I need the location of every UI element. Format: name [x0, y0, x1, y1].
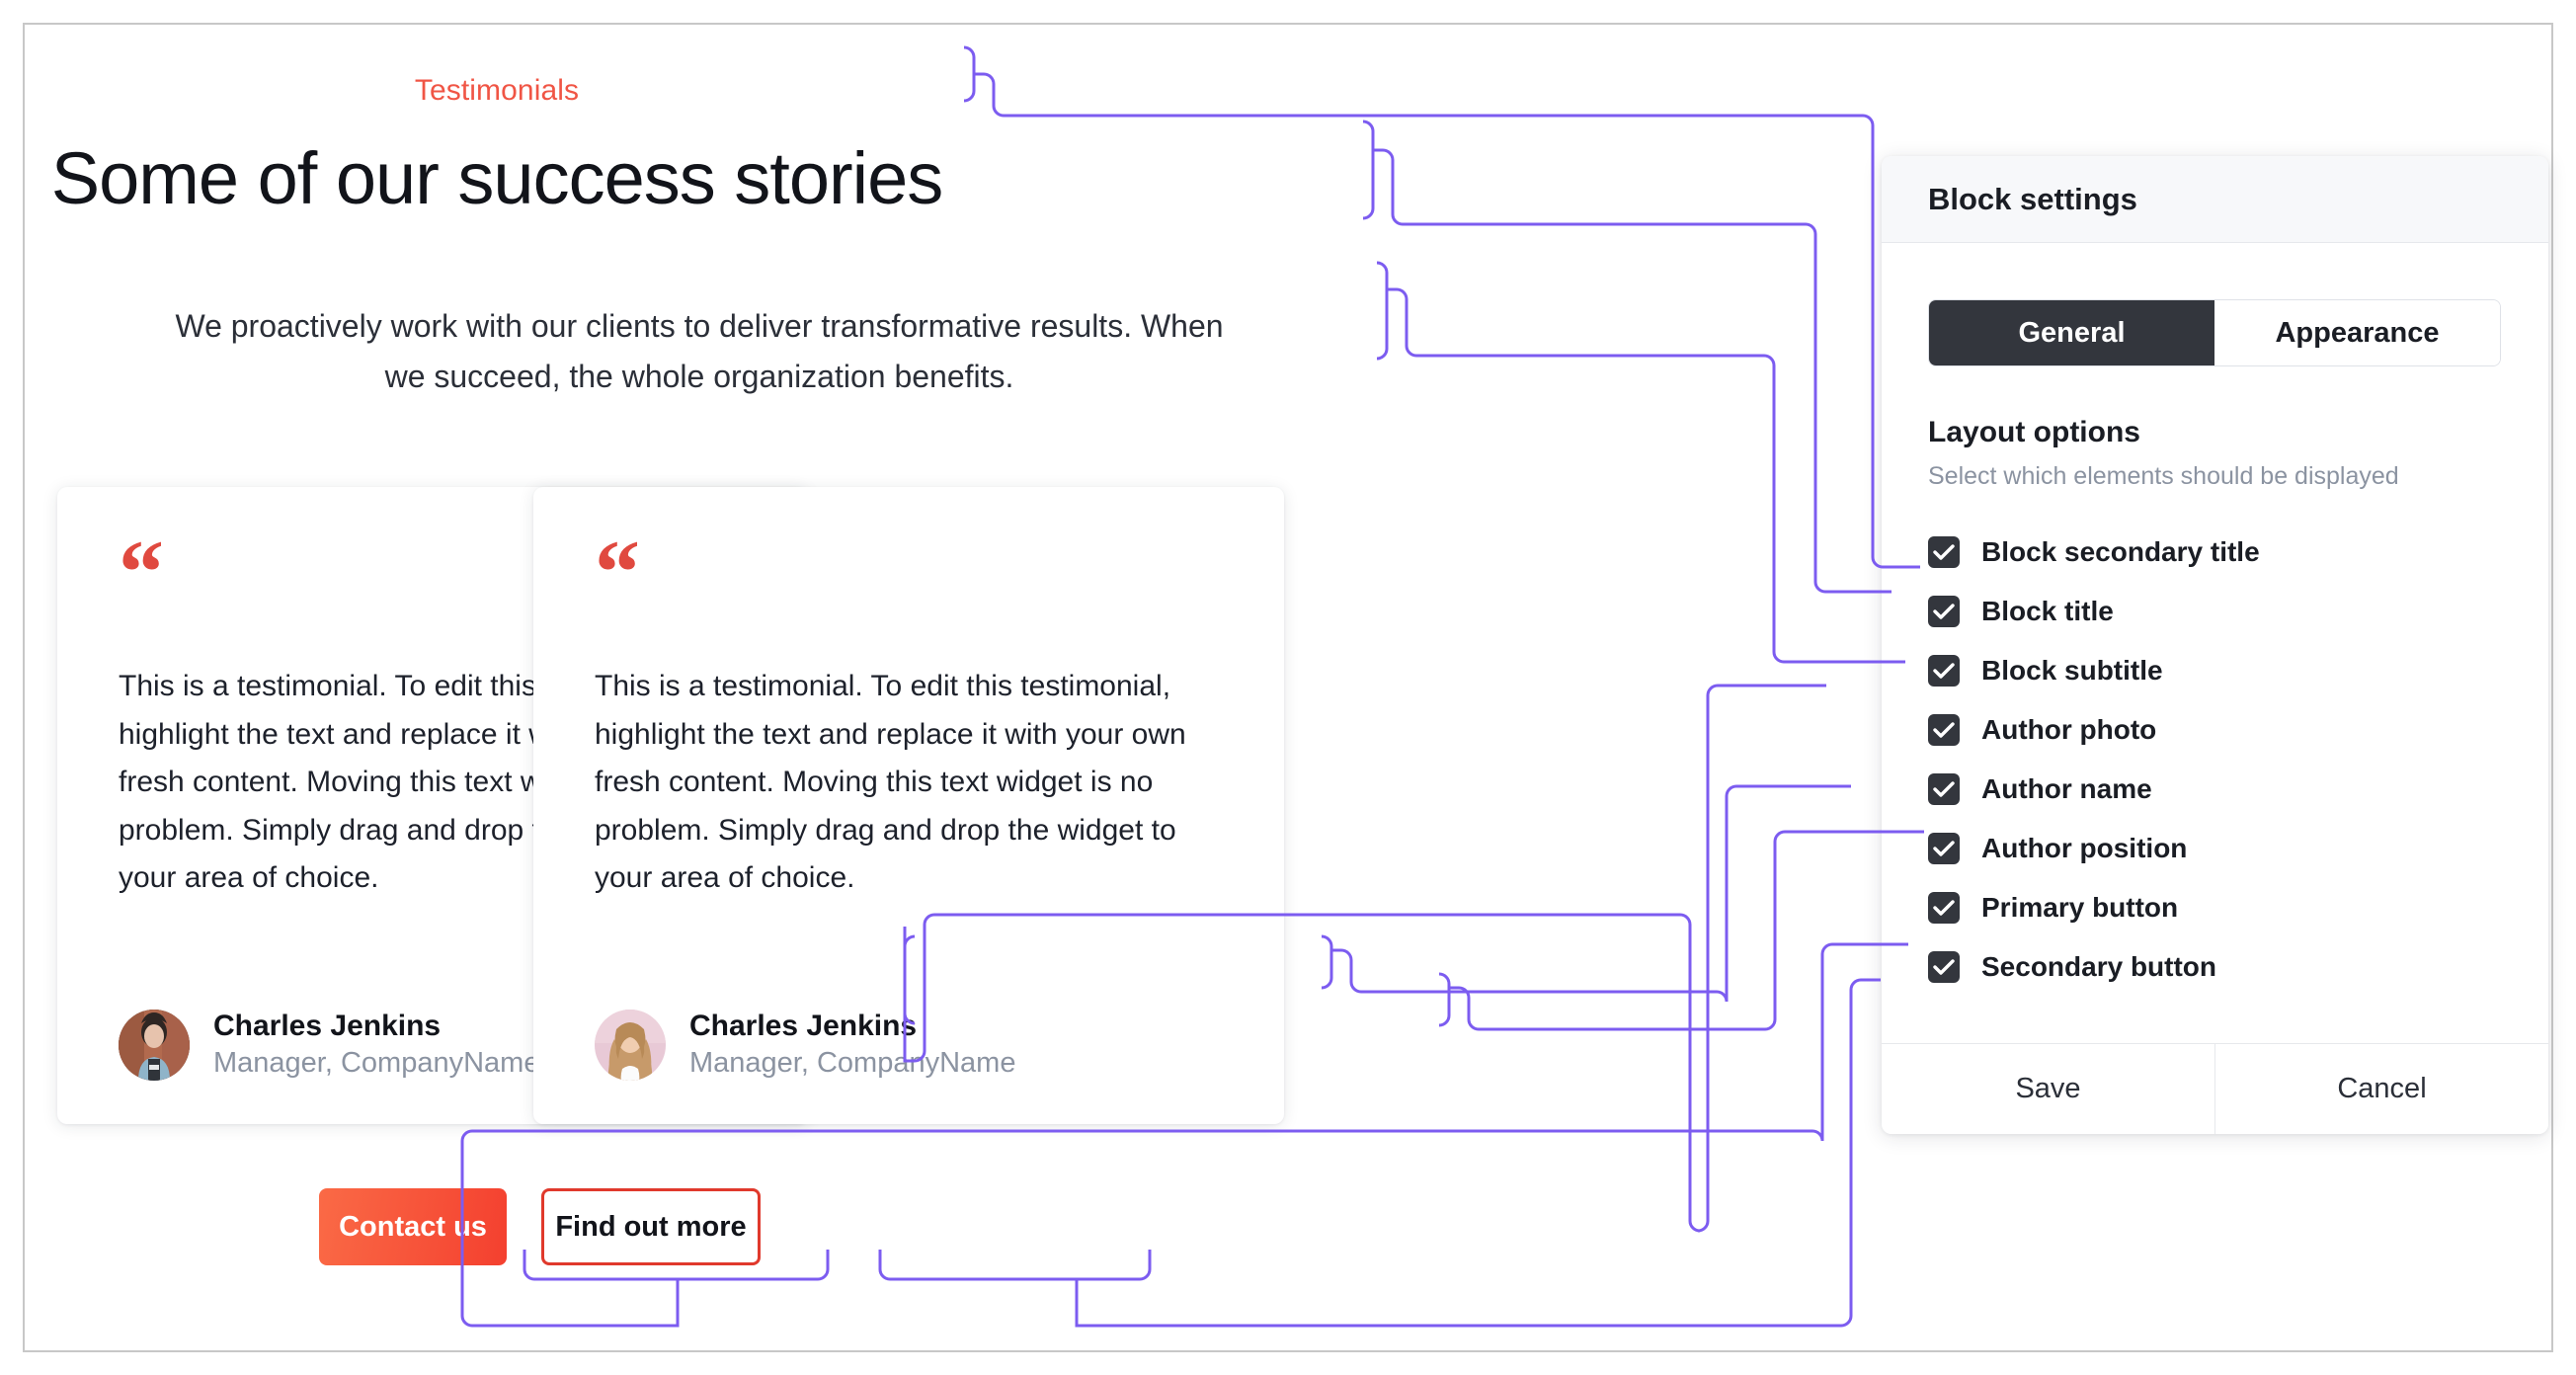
option-label: Block secondary title: [1981, 536, 2260, 567]
layout-options-subtitle: Select which elements should be displaye…: [1928, 462, 2399, 490]
layout-options-list: Block secondary title Block title Block …: [1928, 523, 2502, 997]
checkbox-checked-icon[interactable]: [1928, 892, 1960, 924]
block-settings-panel: Block settings General Appearance Layout…: [1882, 156, 2548, 1134]
testimonial-body[interactable]: This is a testimonial. To edit this test…: [595, 663, 1207, 903]
quote-icon: “: [595, 522, 640, 622]
author-position[interactable]: Manager, CompanyName: [689, 1045, 1015, 1081]
option-label: Author photo: [1981, 714, 2157, 745]
author-text: Charles Jenkins Manager, CompanyName: [213, 1009, 539, 1081]
save-button[interactable]: Save: [1882, 1044, 2214, 1134]
block-subtitle[interactable]: We proactively work with our clients to …: [171, 301, 1228, 402]
block-secondary-title[interactable]: Testimonials: [23, 74, 971, 108]
panel-footer: Save Cancel: [1882, 1043, 2548, 1134]
author-name[interactable]: Charles Jenkins: [689, 1009, 1015, 1045]
author-photo[interactable]: [119, 1009, 190, 1081]
cancel-button[interactable]: Cancel: [2214, 1044, 2548, 1134]
tab-general[interactable]: General: [1929, 300, 2214, 365]
option-author-photo[interactable]: Author photo: [1928, 700, 2502, 760]
panel-body: General Appearance Layout options Select…: [1882, 243, 2548, 1043]
panel-title: Block settings: [1882, 156, 2548, 243]
option-primary-button[interactable]: Primary button: [1928, 878, 2502, 937]
option-author-name[interactable]: Author name: [1928, 760, 2502, 819]
cta-button-group: Contact us Find out more: [319, 1188, 761, 1265]
option-label: Block title: [1981, 596, 2114, 626]
checkbox-checked-icon[interactable]: [1928, 596, 1960, 627]
author-block: Charles Jenkins Manager, CompanyName: [595, 1009, 1015, 1081]
option-label: Author name: [1981, 773, 2152, 804]
tab-appearance[interactable]: Appearance: [2214, 300, 2500, 365]
option-block-title[interactable]: Block title: [1928, 582, 2502, 641]
option-block-subtitle[interactable]: Block subtitle: [1928, 641, 2502, 700]
secondary-button[interactable]: Find out more: [541, 1188, 761, 1265]
option-block-secondary-title[interactable]: Block secondary title: [1928, 523, 2502, 582]
author-photo[interactable]: [595, 1009, 666, 1081]
author-position[interactable]: Manager, CompanyName: [213, 1045, 539, 1081]
author-block: Charles Jenkins Manager, CompanyName: [119, 1009, 539, 1081]
checkbox-checked-icon[interactable]: [1928, 833, 1960, 864]
option-label: Author position: [1981, 833, 2188, 863]
checkbox-checked-icon[interactable]: [1928, 773, 1960, 805]
block-title[interactable]: Some of our success stories: [23, 139, 971, 218]
website-preview: Testimonials Some of our success stories…: [23, 23, 1860, 1352]
checkbox-checked-icon[interactable]: [1928, 951, 1960, 983]
option-author-position[interactable]: Author position: [1928, 819, 2502, 878]
author-name[interactable]: Charles Jenkins: [213, 1009, 539, 1045]
settings-tabs: General Appearance: [1928, 299, 2501, 366]
checkbox-checked-icon[interactable]: [1928, 655, 1960, 687]
primary-button[interactable]: Contact us: [319, 1188, 507, 1265]
testimonial-card[interactable]: “ This is a testimonial. To edit this te…: [533, 487, 1284, 1124]
option-secondary-button[interactable]: Secondary button: [1928, 937, 2502, 997]
checkbox-checked-icon[interactable]: [1928, 536, 1960, 568]
option-label: Primary button: [1981, 892, 2179, 923]
screenshot-root: Testimonials Some of our success stories…: [0, 0, 2576, 1375]
checkbox-checked-icon[interactable]: [1928, 714, 1960, 746]
layout-options-title: Layout options: [1928, 416, 2140, 448]
option-label: Secondary button: [1981, 951, 2217, 982]
author-text: Charles Jenkins Manager, CompanyName: [689, 1009, 1015, 1081]
option-label: Block subtitle: [1981, 655, 2163, 686]
